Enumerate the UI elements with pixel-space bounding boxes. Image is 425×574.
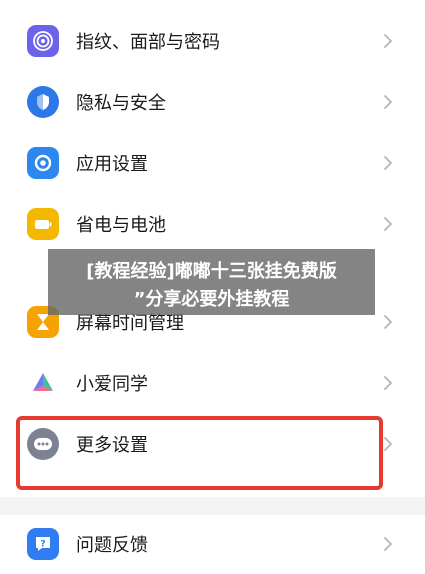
settings-row-xiaoai[interactable]: 小爱同学: [0, 353, 425, 413]
highlight-annotation-box: [16, 416, 383, 490]
overlay-title-banner: [教程经验]嘟嘟十三张挂免费版 ”分享必要外挂教程: [48, 249, 375, 315]
settings-row-label: 小爱同学: [76, 374, 148, 395]
chevron-right-icon: [381, 434, 395, 454]
settings-row-label: 应用设置: [76, 154, 148, 175]
settings-row-battery[interactable]: 省电与电池: [0, 194, 425, 254]
settings-row-label: 隐私与安全: [76, 93, 166, 114]
settings-row-label: 指纹、面部与密码: [76, 32, 220, 53]
overlay-title-line-1: [教程经验]嘟嘟十三张挂免费版: [86, 261, 337, 282]
privacy-shield-icon: [27, 86, 59, 118]
xiaoai-assistant-icon: [27, 367, 59, 399]
fingerprint-icon: [27, 25, 59, 57]
chevron-right-icon: [381, 214, 395, 234]
chevron-right-icon: [381, 534, 395, 554]
svg-text:?: ?: [40, 540, 45, 550]
battery-icon: [27, 208, 59, 240]
settings-row-privacy-security[interactable]: 隐私与安全: [0, 72, 425, 132]
chevron-right-icon: [381, 31, 395, 51]
chevron-right-icon: [381, 312, 395, 332]
settings-row-feedback[interactable]: ? 问题反馈: [0, 514, 425, 574]
settings-list: 指纹、面部与密码 隐私与安全 应用设置 省电与电池 屏幕时间管理 小爱同学 更多…: [0, 0, 425, 566]
settings-row-label: 问题反馈: [76, 535, 148, 556]
app-settings-icon: [27, 147, 59, 179]
chevron-right-icon: [381, 153, 395, 173]
feedback-icon: ?: [27, 528, 59, 560]
settings-row-app-settings[interactable]: 应用设置: [0, 133, 425, 193]
chevron-right-icon: [381, 373, 395, 393]
settings-row-label: 省电与电池: [76, 215, 166, 236]
section-divider: [0, 497, 425, 515]
settings-row-fingerprint-face-password[interactable]: 指纹、面部与密码: [0, 11, 425, 71]
overlay-title-line-2: ”分享必要外挂教程: [133, 289, 290, 310]
chevron-right-icon: [381, 92, 395, 112]
